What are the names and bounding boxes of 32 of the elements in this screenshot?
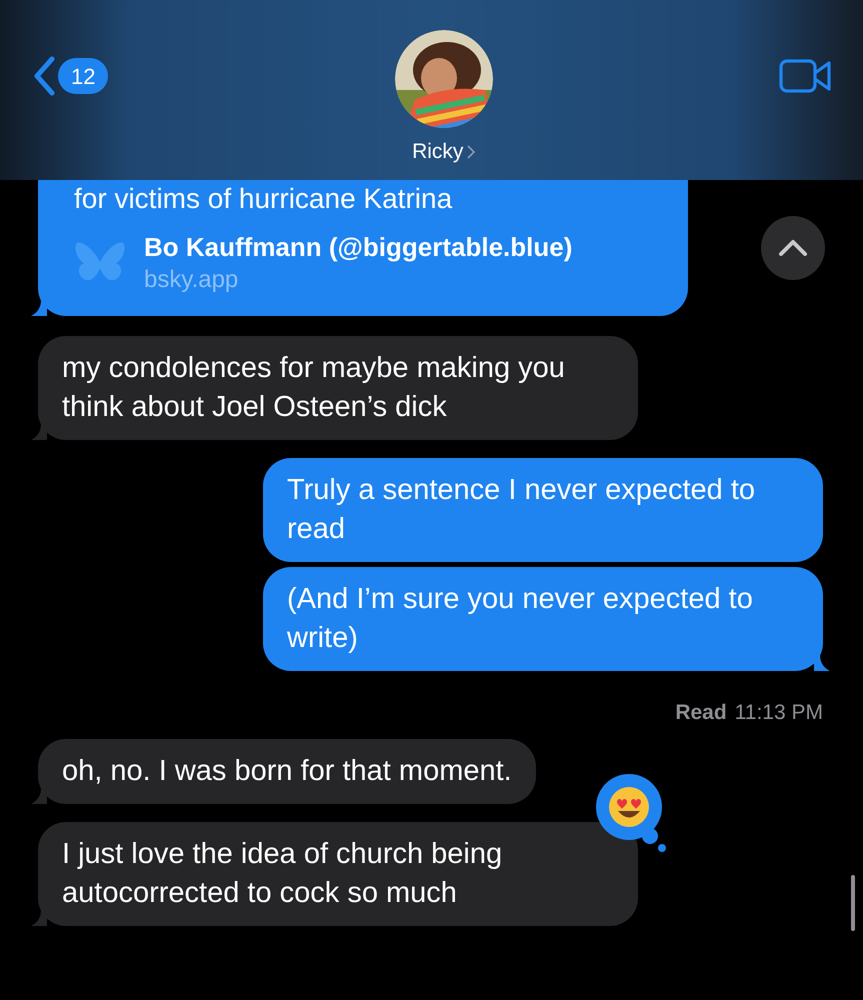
message-text: oh, no. I was born for that moment.: [62, 754, 512, 786]
message-text: my condolences for maybe making you think about Joel Osteen’s dick: [62, 352, 565, 423]
contact-name[interactable]: Ricky: [412, 136, 464, 168]
bubble-tail: [814, 655, 830, 671]
back-button[interactable]: 12: [32, 54, 108, 98]
link-title: Bo Kauffmann (@biggertable.blue): [144, 231, 572, 264]
read-time: 11:13 PM: [734, 700, 823, 726]
scroll-indicator: [851, 875, 855, 931]
message-text: I just love the idea of church being autocorrected to cock so much: [62, 838, 502, 908]
message-bubble[interactable]: Truly a sentence I never expected to read: [263, 458, 823, 562]
tapback-reaction[interactable]: [596, 774, 662, 844]
message-bubble[interactable]: (And I’m sure you never expected to write): [263, 567, 823, 671]
message-bubble[interactable]: I just love the idea of church being autocorrected to cock so much: [38, 822, 638, 926]
message-bubble[interactable]: oh, no. I was born for that moment.: [38, 738, 536, 804]
bubble-tail: [31, 300, 47, 316]
bubble-tail: [31, 910, 47, 926]
heart-eyes-face-icon: [609, 786, 649, 826]
video-camera-icon: [778, 59, 831, 93]
link-domain: bsky.app: [144, 265, 240, 295]
message-bubble[interactable]: my condolences for maybe making you think about Joel Osteen’s dick: [38, 336, 638, 440]
bubble-tail: [31, 424, 47, 440]
bubble-tail: [31, 788, 47, 804]
read-label: Read: [675, 700, 727, 726]
reaction-tail-dot: [658, 844, 666, 852]
chevron-up-icon: [778, 239, 808, 257]
back-chevron-icon: [32, 56, 56, 96]
link-preview-bubble[interactable]: for victims of hurricane Katrina Bo Kauffmann (@biggertable.blue) bsky.app: [38, 180, 688, 316]
message-text: (And I’m sure you never expected to write): [287, 583, 753, 654]
unread-count-badge: 12: [58, 58, 108, 94]
message-text: for victims of hurricane Katrina: [74, 182, 454, 216]
message-text: Truly a sentence I never expected to read: [287, 474, 756, 545]
chevron-right-icon: [467, 144, 476, 159]
